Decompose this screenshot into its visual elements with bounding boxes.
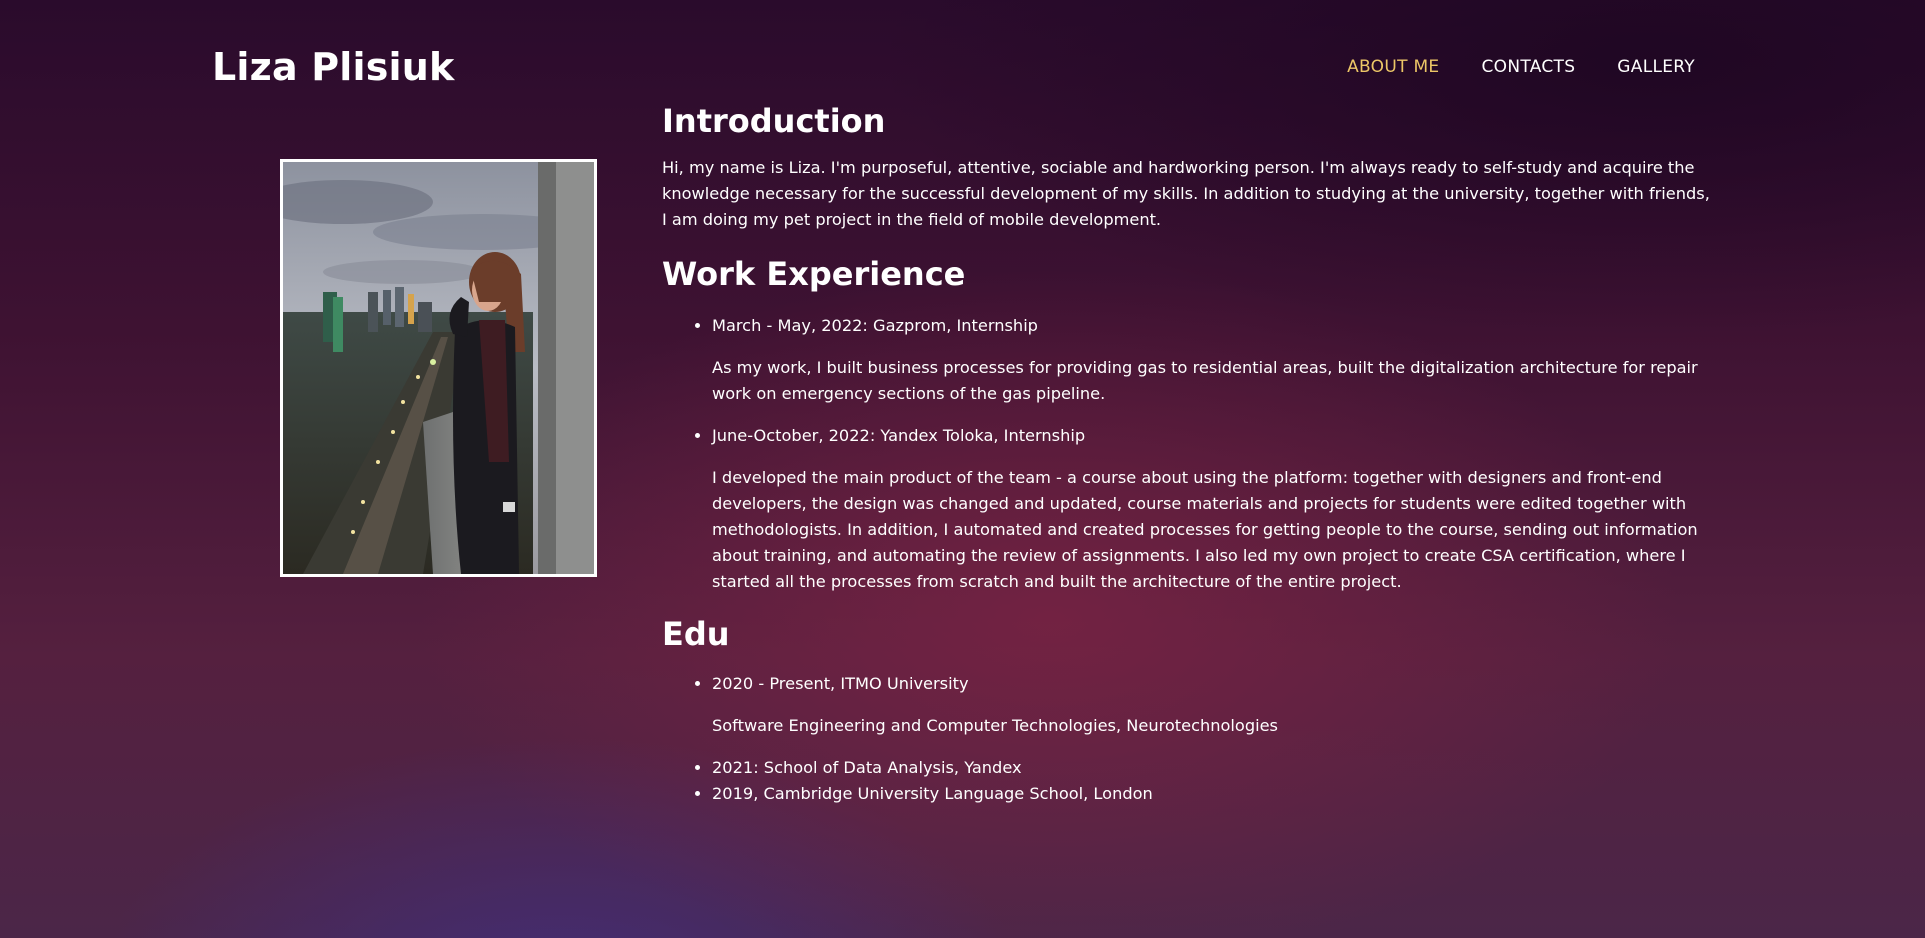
introduction-section: Introduction Hi, my name is Liza. I'm pu… (662, 98, 1712, 233)
work-item-heading: March - May, 2022: Gazprom, Internship (712, 313, 1712, 339)
introduction-text: Hi, my name is Liza. I'm purposeful, att… (662, 158, 1710, 229)
work-experience-title: Work Experience (662, 255, 966, 293)
main-nav: ABOUT ME CONTACTS GALLERY (1347, 54, 1695, 80)
education-list: 2020 - Present, ITMO University Software… (662, 671, 1712, 807)
site-title: Liza Plisiuk (212, 45, 455, 89)
edu-item-description: Software Engineering and Computer Techno… (712, 716, 1278, 735)
edu-item-heading: 2021: School of Data Analysis, Yandex (712, 755, 1712, 781)
education-section: Edu 2020 - Present, ITMO University Soft… (662, 611, 1712, 807)
work-item-description: I developed the main product of the team… (712, 468, 1698, 591)
work-item-heading: June-October, 2022: Yandex Toloka, Inter… (712, 423, 1712, 449)
edu-item-heading: 2019, Cambridge University Language Scho… (712, 781, 1712, 807)
work-experience-list: March - May, 2022: Gazprom, Internship A… (662, 313, 1712, 595)
main-content: Introduction Hi, my name is Liza. I'm pu… (662, 98, 1712, 807)
nav-gallery-link[interactable]: GALLERY (1617, 54, 1695, 80)
profile-photo-image (283, 162, 594, 574)
education-title: Edu (662, 615, 730, 653)
work-experience-section: Work Experience March - May, 2022: Gazpr… (662, 251, 1712, 595)
profile-photo (280, 159, 597, 577)
nav-contacts-link[interactable]: CONTACTS (1481, 54, 1575, 80)
edu-item-heading: 2020 - Present, ITMO University (712, 671, 1712, 697)
introduction-title: Introduction (662, 102, 886, 140)
nav-about-me-link[interactable]: ABOUT ME (1347, 54, 1439, 80)
work-item-description: As my work, I built business processes f… (712, 358, 1698, 403)
